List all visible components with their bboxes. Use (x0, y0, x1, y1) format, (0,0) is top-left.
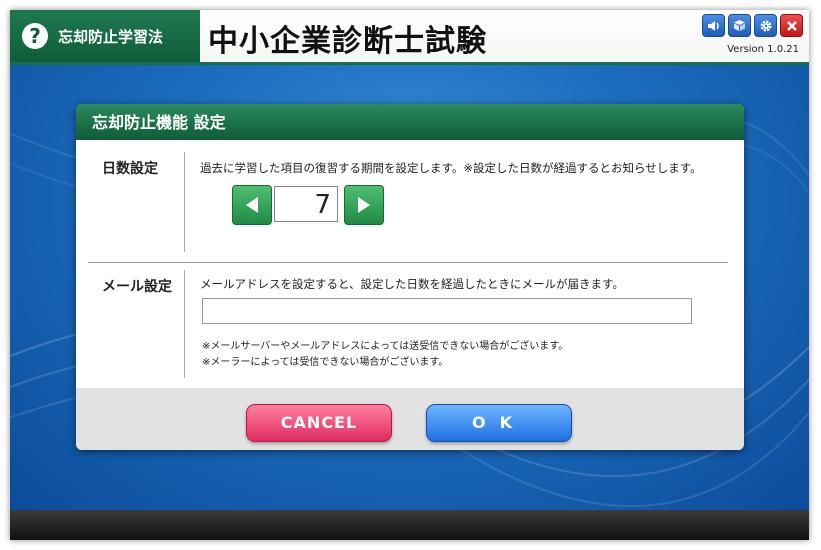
cube-icon[interactable] (728, 14, 751, 37)
divider (184, 152, 185, 252)
email-field[interactable] (202, 298, 692, 324)
mail-description: メールアドレスを設定すると、設定した日数を経過したときにメールが届きます。 (200, 277, 624, 291)
increase-days-button[interactable] (344, 185, 384, 225)
version-label: Version 1.0.21 (727, 44, 799, 55)
dialog-title: 忘却防止機能 設定 (76, 104, 744, 140)
days-value[interactable]: 7 (274, 186, 338, 222)
sound-icon[interactable] (702, 14, 725, 37)
divider (184, 270, 185, 378)
arrow-right-icon (358, 197, 370, 213)
mail-setting-label: メール設定 (102, 279, 172, 295)
decrease-days-button[interactable] (232, 185, 272, 225)
app-header: ? 忘却防止学習法 中小企業診断士試験 Version 1.0.21 (10, 10, 809, 65)
section-divider (88, 262, 728, 263)
close-icon[interactable] (780, 14, 803, 37)
gear-icon[interactable] (754, 14, 777, 37)
footer-bar (10, 510, 809, 540)
window-controls (702, 14, 803, 37)
settings-dialog: 忘却防止機能 設定 日数設定 過去に学習した項目の復習する期間を設定します。※設… (76, 104, 744, 450)
days-setting-label: 日数設定 (102, 161, 158, 177)
app-window: ? 忘却防止学習法 中小企業診断士試験 Version 1.0.21 忘却防止機… (10, 10, 809, 540)
ok-button[interactable]: OK (426, 404, 572, 442)
question-icon[interactable]: ? (22, 23, 48, 49)
arrow-left-icon (246, 197, 258, 213)
days-description: 過去に学習した項目の復習する期間を設定します。※設定した日数が経過するとお知らせ… (200, 161, 702, 175)
button-bar (76, 388, 744, 450)
app-title: 中小企業診断士試験 (208, 24, 487, 59)
cancel-button[interactable]: CANCEL (246, 404, 392, 442)
app-badge: ? 忘却防止学習法 (10, 10, 200, 62)
mail-note-1: ※メールサーバーやメールアドレスによっては送受信できない場合がございます。 (202, 341, 569, 352)
mail-note-2: ※メーラーによっては受信できない場合がございます。 (202, 357, 449, 368)
badge-label: 忘却防止学習法 (58, 27, 164, 46)
